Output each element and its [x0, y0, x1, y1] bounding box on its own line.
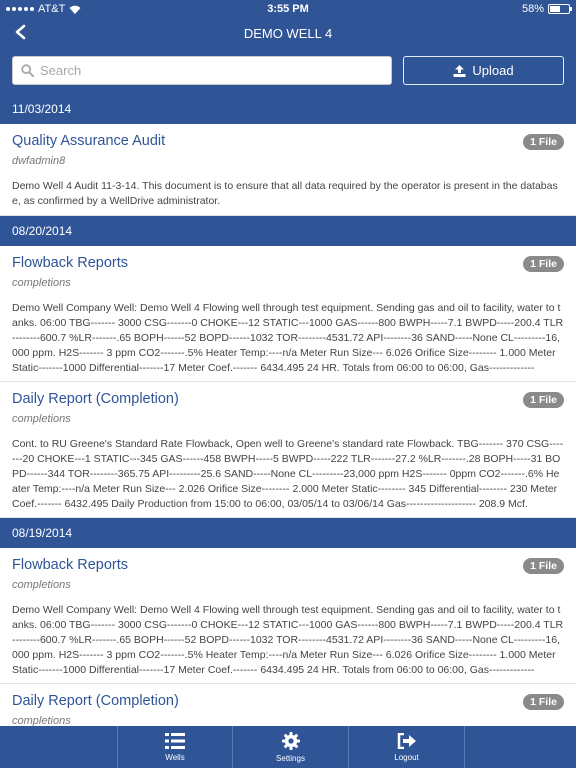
- search-box[interactable]: [12, 56, 392, 85]
- page-title: DEMO WELL 4: [243, 26, 333, 41]
- file-count-badge[interactable]: 1 File: [523, 134, 564, 150]
- file-count-badge[interactable]: 1 File: [523, 558, 564, 574]
- item-title: Flowback Reports: [12, 255, 129, 271]
- date-header: 08/20/2014: [0, 216, 576, 246]
- list-item[interactable]: Daily Report (Completion) completions 1 …: [0, 684, 576, 726]
- item-description: Demo Well 4 Audit 11-3-14. This document…: [12, 180, 558, 207]
- document-list[interactable]: 11/03/2014 Quality Assurance Audit dwfad…: [0, 94, 576, 726]
- list-item[interactable]: Quality Assurance Audit dwfadmin8 Demo W…: [0, 124, 576, 216]
- tab-label: Settings: [276, 753, 305, 763]
- status-time: 3:55 PM: [267, 3, 309, 15]
- tab-logout[interactable]: Logout: [349, 726, 465, 768]
- item-author: completions: [12, 277, 71, 289]
- item-title: Flowback Reports: [12, 557, 129, 573]
- item-description: Demo Well Company Well: Demo Well 4 Flow…: [12, 604, 564, 676]
- upload-button[interactable]: Upload: [403, 56, 564, 85]
- date-header: 08/19/2014: [0, 518, 576, 548]
- battery-fill: [550, 6, 561, 12]
- nav-bar: DEMO WELL 4: [0, 18, 576, 46]
- item-author: dwfadmin8: [12, 155, 66, 167]
- item-author: completions: [12, 715, 71, 726]
- gear-icon: [281, 731, 300, 750]
- battery-percent: 58%: [521, 3, 544, 15]
- battery-icon: [548, 4, 572, 14]
- list-icon: [165, 732, 185, 749]
- list-item[interactable]: Flowback Reports completions Demo Well C…: [0, 246, 576, 382]
- upload-icon: [453, 64, 466, 77]
- list-item[interactable]: Flowback Reports completions Demo Well C…: [0, 548, 576, 684]
- date-header: 11/03/2014: [0, 94, 576, 124]
- app-header: AT&T 3:55 PM 58% DEMO WELL 4 Upload: [0, 0, 576, 94]
- logout-icon: [397, 732, 416, 749]
- tab-label: Wells: [165, 752, 185, 762]
- item-author: completions: [12, 579, 71, 591]
- item-title: Quality Assurance Audit: [12, 133, 166, 149]
- search-input[interactable]: [40, 63, 360, 78]
- tab-wells[interactable]: Wells: [117, 726, 233, 768]
- file-count-badge[interactable]: 1 File: [523, 256, 564, 272]
- tab-bar: Wells Settings Logout: [0, 726, 576, 768]
- file-count-badge[interactable]: 1 File: [523, 392, 564, 408]
- tab-label: Logout: [394, 752, 419, 762]
- list-item[interactable]: Daily Report (Completion) completions Co…: [0, 382, 576, 518]
- item-description: Demo Well Company Well: Demo Well 4 Flow…: [12, 302, 564, 374]
- item-author: completions: [12, 413, 71, 425]
- search-icon: [21, 64, 34, 77]
- item-title: Daily Report (Completion): [12, 391, 179, 407]
- item-title: Daily Report (Completion): [12, 693, 179, 709]
- tab-settings[interactable]: Settings: [233, 726, 349, 768]
- item-description: Cont. to RU Greene's Standard Rate Flowb…: [12, 438, 564, 510]
- status-bar: AT&T 3:55 PM 58%: [0, 0, 576, 18]
- file-count-badge[interactable]: 1 File: [523, 694, 564, 710]
- upload-label: Upload: [472, 63, 514, 78]
